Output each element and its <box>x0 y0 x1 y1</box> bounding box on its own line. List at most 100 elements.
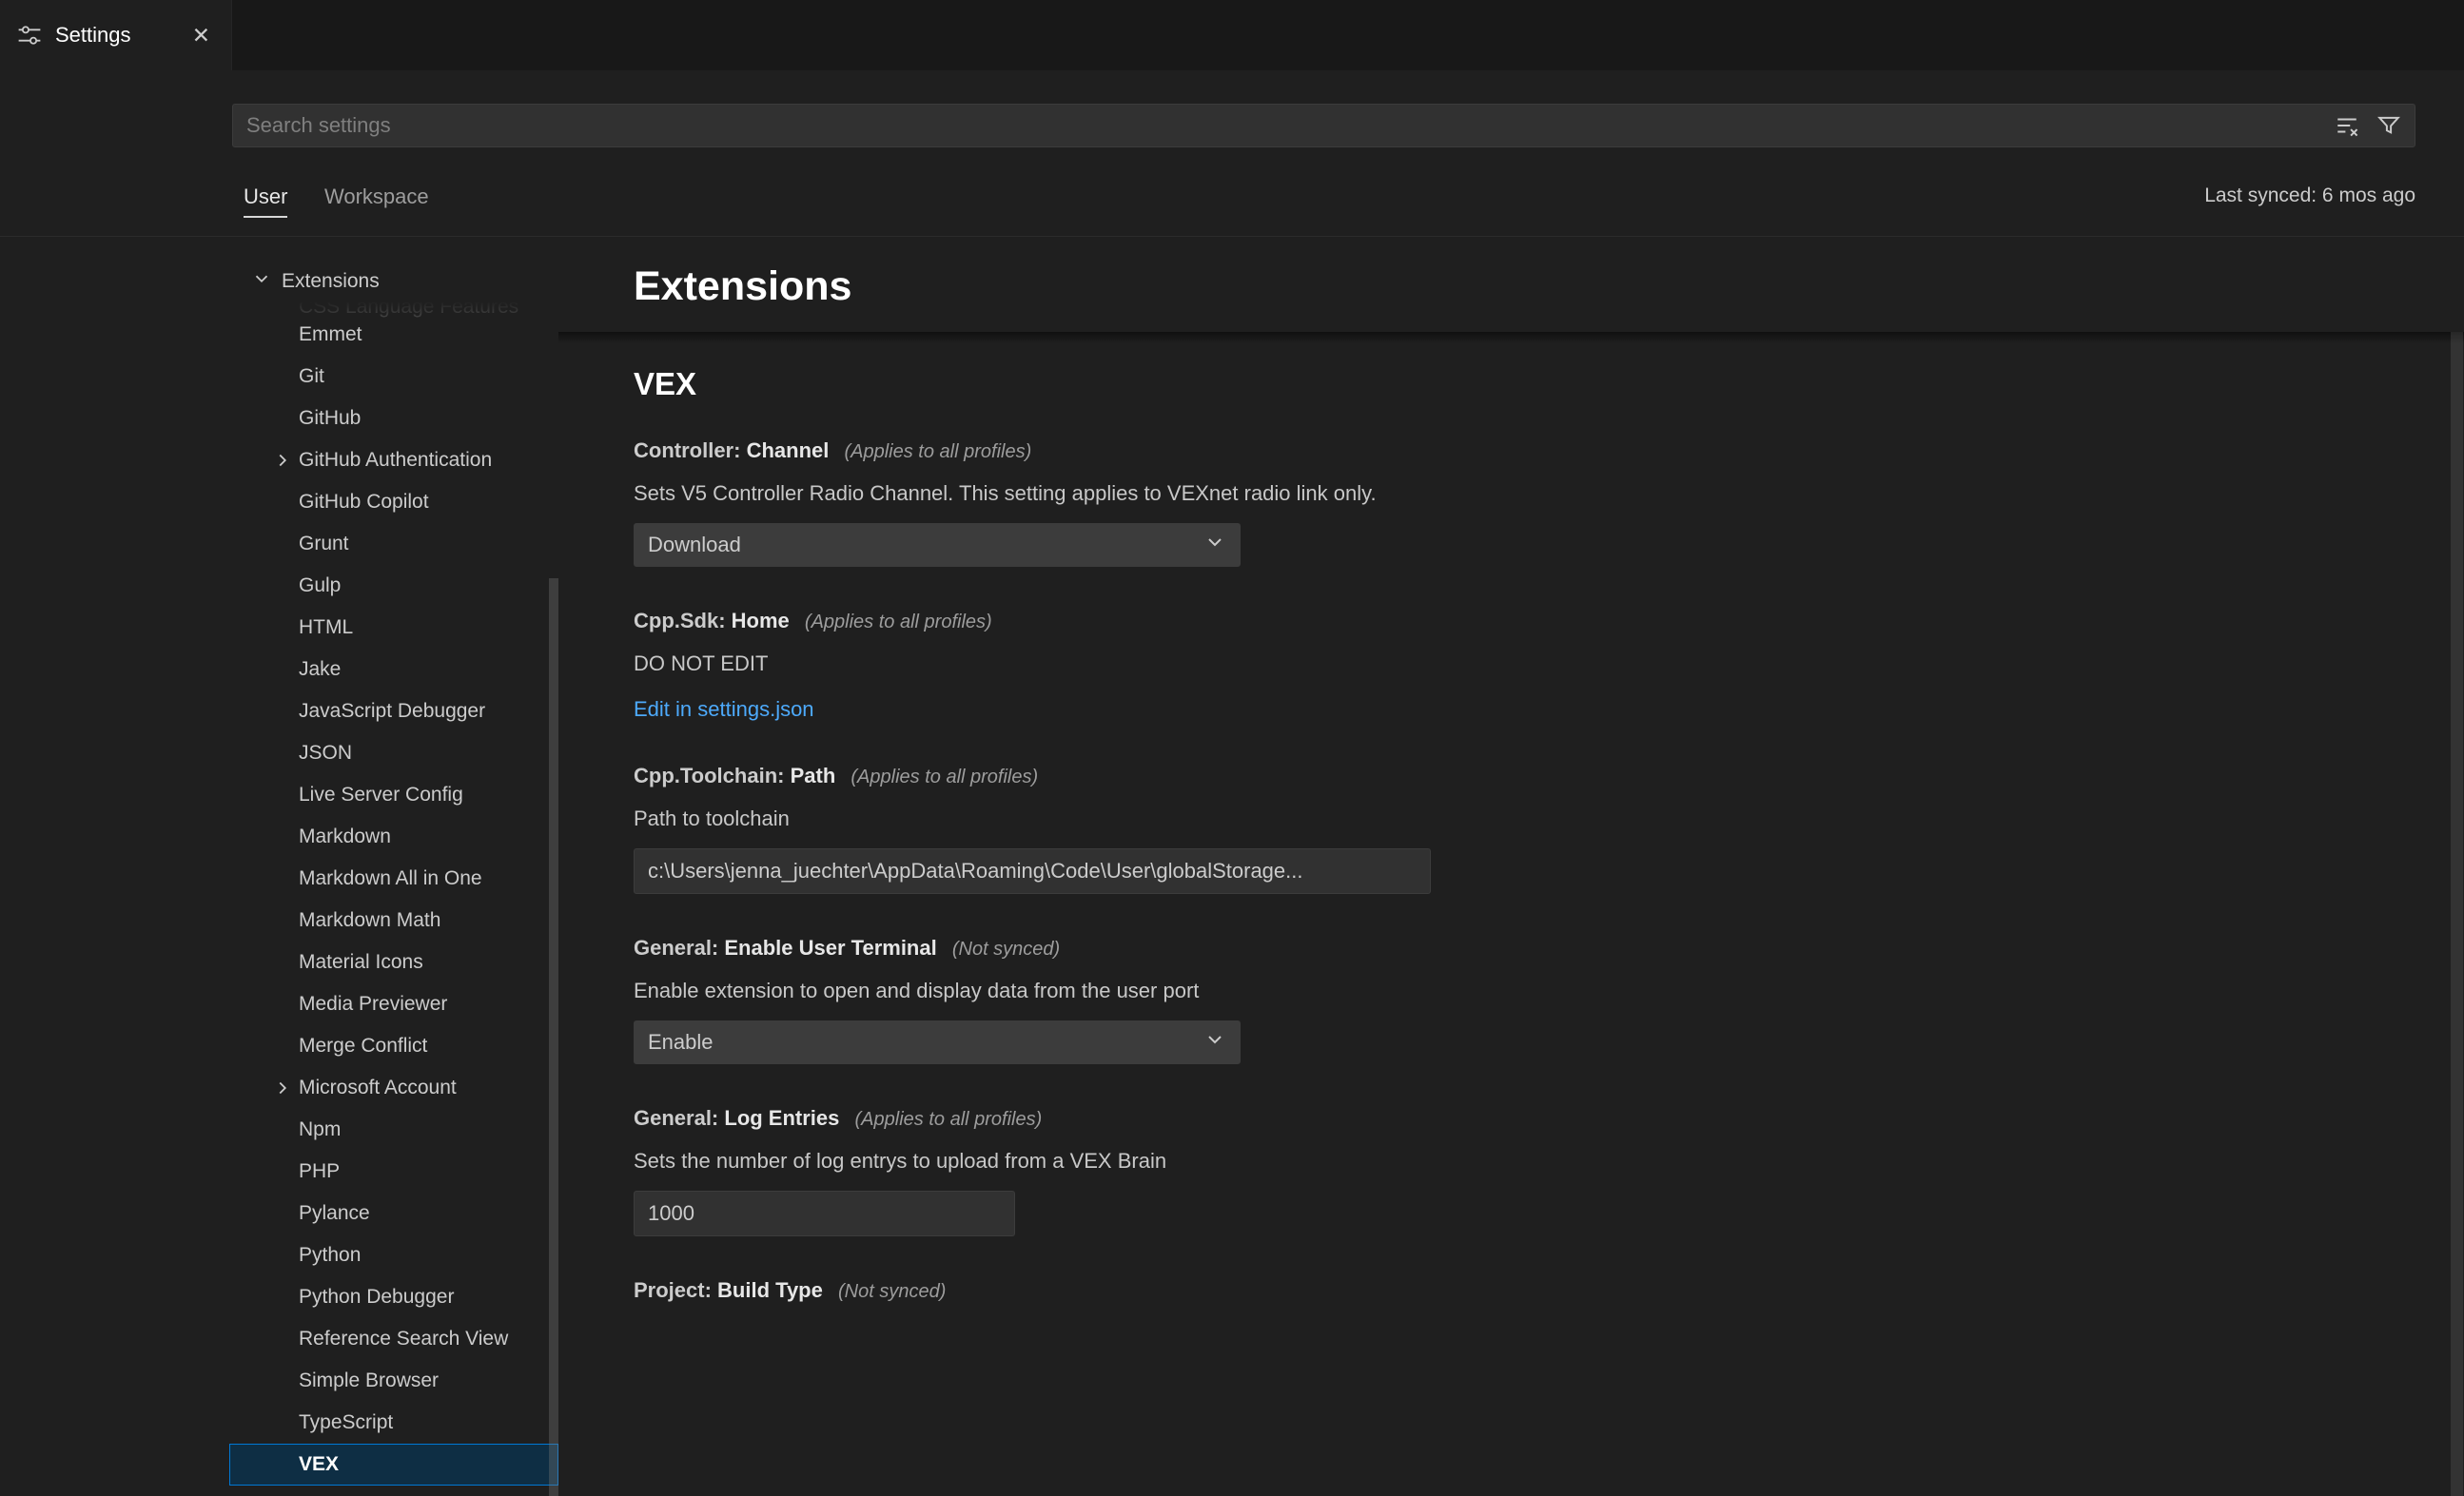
setting-text-input[interactable] <box>634 848 1431 894</box>
toc-item[interactable]: Media Previewer <box>229 983 558 1025</box>
toc-item[interactable]: Gulp <box>229 565 558 607</box>
toc-root-extensions[interactable]: Extensions <box>229 261 558 302</box>
setting-control <box>634 848 2359 894</box>
setting-item: General: Log Entries (Applies to all pro… <box>634 1104 2359 1236</box>
toc-item[interactable]: Grunt <box>229 523 558 565</box>
toc-item[interactable]: Reference Search View <box>229 1318 558 1360</box>
main-scrollbar[interactable] <box>2451 332 2463 1496</box>
toc-item[interactable]: Git <box>229 356 558 398</box>
toc-item[interactable]: Markdown All in One <box>229 858 558 900</box>
toc-item-label: JSON <box>299 742 352 765</box>
toc-item[interactable]: Material Icons <box>229 942 558 983</box>
settings-list-wrap: VEX Controller: Channel (Applies to all … <box>634 332 2359 1496</box>
toc-item[interactable]: Emmet <box>229 314 558 356</box>
setting-item: Controller: Channel (Applies to all prof… <box>634 437 2359 567</box>
setting-key: Home <box>732 609 790 632</box>
toc-item[interactable]: GitHub Copilot <box>229 481 558 523</box>
dropdown-chevron-icon <box>1203 1028 1226 1057</box>
toc-item[interactable]: JavaScript Debugger <box>229 690 558 732</box>
toc-item[interactable]: Markdown Math <box>229 900 558 942</box>
toc-item-label: Pylance <box>299 1202 370 1225</box>
toc-item[interactable]: Python Debugger <box>229 1276 558 1318</box>
toc-item[interactable]: Microsoft Account <box>229 1067 558 1109</box>
toc-item-label: Markdown <box>299 826 391 848</box>
section-heading: VEX <box>634 364 2359 404</box>
toc-item-label: Emmet <box>299 323 362 346</box>
toc-item[interactable]: Jake <box>229 649 558 690</box>
toc-item-label: Git <box>299 365 324 388</box>
settings-main: Extensions VEX Controller: Channel (Appl… <box>558 237 2464 1496</box>
edit-in-settings-json-link[interactable]: Edit in settings.json <box>634 697 814 721</box>
setting-title: General: Log Entries (Applies to all pro… <box>634 1104 2359 1134</box>
setting-text-input[interactable] <box>634 1191 1015 1236</box>
setting-scope: (Not synced) <box>952 939 1060 960</box>
toc-item[interactable]: GitHub Authentication <box>229 439 558 481</box>
setting-key: Path <box>791 764 836 787</box>
toc-item-label: GitHub Authentication <box>299 449 492 472</box>
toc-item[interactable]: GitHub <box>229 398 558 439</box>
toc-item[interactable]: TypeScript <box>229 1402 558 1444</box>
setting-item: Cpp.Toolchain: Path (Applies to all prof… <box>634 762 2359 894</box>
vscode-window: Settings ✕ User Workspace Last synced: 6… <box>0 0 2464 1496</box>
setting-scope: (Applies to all profiles) <box>844 441 1031 462</box>
setting-item: Project: Build Type (Not synced) <box>634 1276 2359 1306</box>
toc-item-label: Markdown Math <box>299 909 440 932</box>
toc-scrollbar[interactable] <box>549 578 558 1496</box>
tab-user[interactable]: User <box>244 185 287 218</box>
toc-item-label: VEX <box>299 1453 339 1476</box>
toc-item-label: Gulp <box>299 574 341 597</box>
toc-item[interactable]: Pylance <box>229 1193 558 1234</box>
toc-item[interactable]: PHP <box>229 1151 558 1193</box>
search-input[interactable] <box>232 104 2415 147</box>
toc-item[interactable]: Markdown <box>229 816 558 858</box>
editor-tab-bar: Settings ✕ <box>0 0 2464 70</box>
tab-workspace[interactable]: Workspace <box>324 185 429 216</box>
toc-item-label: TypeScript <box>299 1411 393 1434</box>
tab-title: Settings <box>55 23 131 48</box>
filter-icon[interactable] <box>2374 110 2404 141</box>
toc-item[interactable]: Merge Conflict <box>229 1025 558 1067</box>
setting-dropdown[interactable]: Download <box>634 523 1241 567</box>
setting-category: Cpp.Toolchain: <box>634 764 791 787</box>
toc-item[interactable]: Npm <box>229 1109 558 1151</box>
toc-item[interactable]: JSON <box>229 732 558 774</box>
toc-item-label: PHP <box>299 1160 340 1183</box>
setting-title: General: Enable User Terminal (Not synce… <box>634 934 2359 963</box>
setting-scope: (Applies to all profiles) <box>855 1109 1043 1130</box>
setting-control: Download <box>634 523 2359 567</box>
settings-sliders-icon <box>17 23 42 48</box>
toc-item-label: Simple Browser <box>299 1370 439 1392</box>
toc-item-label: GitHub <box>299 407 361 430</box>
setting-dropdown[interactable]: Enable <box>634 1020 1241 1064</box>
toc-item[interactable]: HTML <box>229 607 558 649</box>
setting-description: Enable extension to open and display dat… <box>634 977 2359 1005</box>
setting-title: Controller: Channel (Applies to all prof… <box>634 437 2359 466</box>
toc-item-label: Media Previewer <box>299 993 447 1016</box>
toc-item-label: Merge Conflict <box>299 1035 427 1058</box>
settings-tab[interactable]: Settings ✕ <box>0 0 232 70</box>
setting-category: General: <box>634 936 724 960</box>
settings-body: CSS Language Features Extensions Emmet G… <box>0 237 2464 1496</box>
toc-item[interactable]: Live Server Config <box>229 774 558 816</box>
clear-filters-icon[interactable] <box>2332 110 2362 141</box>
toc-item[interactable]: Python <box>229 1234 558 1276</box>
setting-category: Controller: <box>634 438 747 462</box>
setting-item: General: Enable User Terminal (Not synce… <box>634 934 2359 1064</box>
dropdown-value: Enable <box>648 1030 1203 1055</box>
toc-item-label: GitHub Copilot <box>299 491 429 514</box>
chevron-right-icon <box>272 450 293 476</box>
setting-scope: (Applies to all profiles) <box>851 767 1038 787</box>
toc-item-selected[interactable]: VEX <box>229 1444 558 1486</box>
setting-description: Sets the number of log entrys to upload … <box>634 1147 2359 1175</box>
toc-item-label: Python Debugger <box>299 1286 454 1309</box>
close-icon[interactable]: ✕ <box>188 21 214 50</box>
setting-key: Log Entries <box>724 1106 839 1130</box>
setting-title: Project: Build Type (Not synced) <box>634 1276 2359 1306</box>
setting-description: Path to toolchain <box>634 805 2359 833</box>
setting-description: DO NOT EDIT <box>634 650 2359 678</box>
setting-title: Cpp.Toolchain: Path (Applies to all prof… <box>634 762 2359 791</box>
setting-key: Channel <box>747 438 830 462</box>
toc-item[interactable]: Simple Browser <box>229 1360 558 1402</box>
category-heading: Extensions <box>634 260 851 313</box>
setting-key: Enable User Terminal <box>724 936 936 960</box>
